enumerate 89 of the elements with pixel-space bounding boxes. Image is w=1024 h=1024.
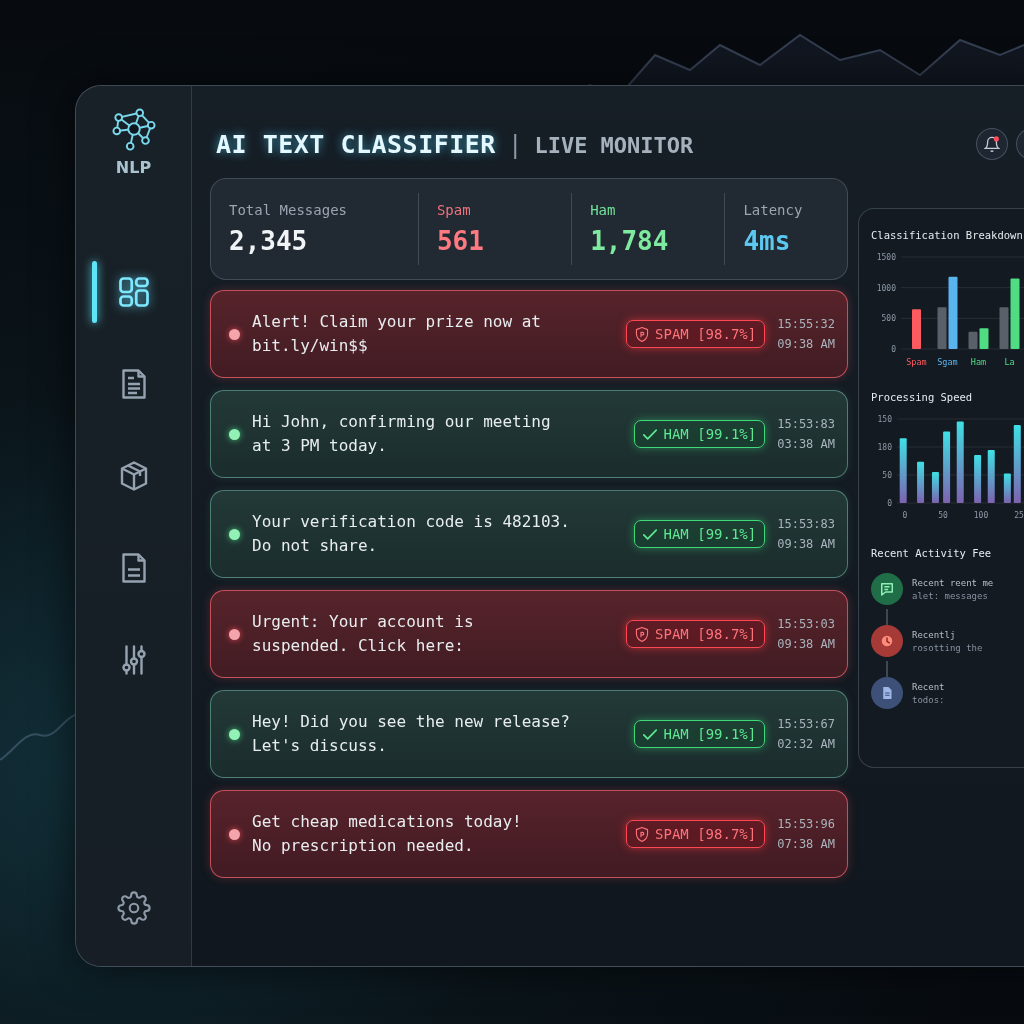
check-icon bbox=[643, 726, 658, 742]
status-dot-icon bbox=[229, 628, 240, 640]
app-title: AI TEXT CLASSIFIER bbox=[216, 129, 496, 159]
message-text: Your verification code is 482103. Do not share. bbox=[252, 511, 571, 557]
message-text: Hey! Did you see the new release? Let's discuss. bbox=[252, 711, 571, 757]
bar bbox=[979, 328, 989, 349]
axis-label: Spam bbox=[906, 357, 927, 367]
status-dot-icon bbox=[229, 728, 240, 740]
timestamp: 15:53:83 bbox=[777, 517, 835, 531]
badge-text: HAM [99.1%] bbox=[663, 726, 757, 742]
axis-label: 50 bbox=[938, 511, 948, 520]
time-label: 02:32 AM bbox=[777, 737, 835, 751]
timestamp: 15:53:67 bbox=[777, 717, 835, 731]
badge-text: HAM [99.1%] bbox=[663, 426, 757, 442]
axis-label: Ham bbox=[970, 357, 987, 367]
message-text: Hi John, confirming our meeting at 3 PM today. bbox=[252, 411, 552, 457]
feed-title: Recent Activity Fee bbox=[871, 547, 993, 559]
network-icon bbox=[110, 108, 157, 152]
axis-label: 500 bbox=[881, 314, 896, 324]
axis-label: 0 bbox=[891, 345, 896, 354]
timestamp: 15:55:32 bbox=[777, 317, 835, 331]
status-dot-icon bbox=[229, 428, 240, 440]
axis-label: 0 bbox=[902, 511, 908, 520]
timestamp: 15:53:96 bbox=[777, 817, 835, 831]
bar bbox=[1003, 473, 1011, 503]
message-text: Get cheap medications today! No prescription needed. bbox=[252, 811, 523, 857]
stat-value: 4ms bbox=[743, 226, 792, 256]
badge-text: SPAM [98.7%] bbox=[655, 326, 757, 342]
bar bbox=[987, 450, 995, 503]
logo-text: NLP bbox=[115, 158, 152, 177]
axis-label: La bbox=[1004, 357, 1015, 367]
chart-title: Processing Speed bbox=[871, 391, 974, 403]
time-label: 09:38 AM bbox=[777, 637, 835, 651]
status-dot-icon bbox=[229, 528, 240, 540]
badge-text: HAM [99.1%] bbox=[663, 526, 757, 542]
feed-text: Recentlj bbox=[912, 629, 957, 640]
stat-value: 1,784 bbox=[590, 226, 670, 256]
check-icon bbox=[643, 526, 658, 542]
timestamp: 15:53:03 bbox=[777, 617, 835, 631]
badge-text: SPAM [98.7%] bbox=[655, 626, 757, 642]
bar bbox=[974, 455, 982, 503]
settings-icon bbox=[116, 891, 151, 925]
axis-label: 180 bbox=[877, 443, 892, 452]
chart-title: Classification Breakdown bbox=[871, 229, 1024, 241]
message-text: Urgent: Your account is suspended. Click here: bbox=[252, 611, 475, 657]
bar bbox=[912, 309, 921, 349]
message-text: Alert! Claim your prize now at bit.ly/win$$ bbox=[252, 311, 542, 357]
axis-label: Sgam bbox=[937, 357, 958, 367]
shield-icon bbox=[635, 826, 650, 842]
bar bbox=[943, 431, 951, 503]
check-icon bbox=[643, 426, 658, 442]
app-subtitle: LIVE MONITOR bbox=[534, 132, 694, 158]
badge-text: SPAM [98.7%] bbox=[655, 826, 757, 842]
status-dot-icon bbox=[229, 328, 240, 340]
stat-label: Ham bbox=[590, 202, 617, 218]
stat-value: 2,345 bbox=[229, 226, 309, 256]
axis-label: 1000 bbox=[876, 283, 896, 293]
stat-label: Total Messages bbox=[229, 202, 348, 218]
time-label: 09:38 AM bbox=[777, 337, 835, 351]
status-dot-icon bbox=[229, 828, 240, 840]
feed-text: todos: bbox=[912, 694, 945, 705]
shield-icon bbox=[635, 626, 650, 642]
bar bbox=[931, 471, 939, 503]
title-separator: | bbox=[507, 130, 523, 159]
time-label: 09:38 AM bbox=[777, 537, 835, 551]
box-icon bbox=[118, 461, 149, 491]
time-label: 07:38 AM bbox=[777, 837, 835, 851]
axis-label: 0 bbox=[887, 499, 892, 508]
axis-label: 150 bbox=[877, 415, 892, 424]
feed-text: Recent bbox=[912, 681, 945, 692]
axis-label: 50 bbox=[882, 471, 892, 480]
time-label: 03:38 AM bbox=[777, 437, 835, 451]
timestamp: 15:53:83 bbox=[777, 417, 835, 431]
feed-text: Recent reent me bbox=[912, 577, 994, 588]
axis-label: 100 bbox=[973, 511, 989, 520]
bar bbox=[968, 331, 978, 349]
stat-value: 561 bbox=[436, 226, 485, 256]
feed-text: rosotting the bbox=[912, 642, 983, 653]
grid-icon bbox=[118, 277, 149, 307]
settings-button[interactable] bbox=[115, 890, 152, 926]
stat-label: Spam bbox=[436, 202, 472, 218]
axis-label: 25 bbox=[1014, 511, 1024, 520]
bar bbox=[917, 461, 925, 503]
stat-label: Latency bbox=[743, 202, 804, 218]
shield-icon bbox=[635, 326, 650, 342]
feed-text: alet: messages bbox=[912, 590, 989, 601]
axis-label: 1500 bbox=[876, 253, 896, 262]
notification-button[interactable] bbox=[976, 128, 1008, 160]
bar bbox=[899, 438, 907, 503]
